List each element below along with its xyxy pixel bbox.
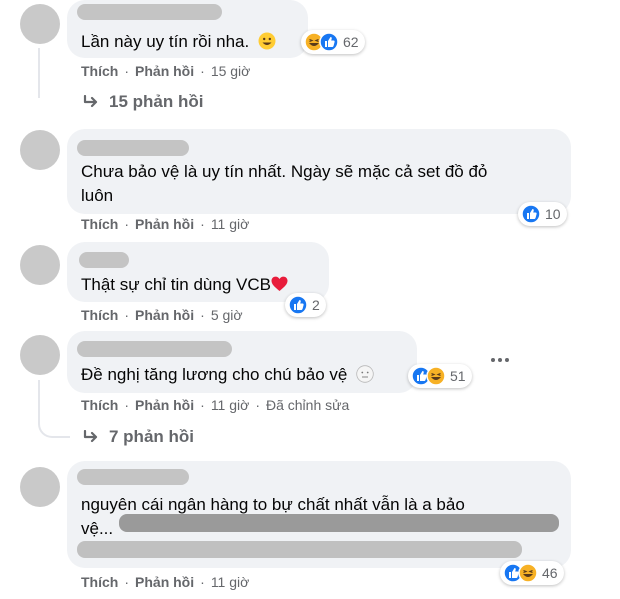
reaction-count: 51	[450, 368, 466, 384]
separator: ·	[200, 574, 205, 590]
avatar[interactable]	[20, 130, 60, 170]
reply-link[interactable]: Phản hồi	[135, 216, 194, 232]
timestamp[interactable]: 5 giờ	[211, 307, 243, 323]
view-replies-link[interactable]: 15 phản hồi	[83, 92, 203, 112]
comment-bubble: Đề nghị tăng lương cho chú bảo vệ	[67, 331, 417, 393]
redacted-text	[77, 541, 522, 558]
separator: ·	[200, 397, 205, 413]
avatar[interactable]	[20, 467, 60, 507]
separator: ·	[200, 307, 205, 323]
like-link[interactable]: Thích	[81, 574, 118, 590]
reply-link[interactable]: Phản hồi	[135, 63, 194, 79]
avatar[interactable]	[20, 4, 60, 44]
redacted-text	[119, 514, 559, 532]
reply-arrow-icon	[83, 430, 98, 443]
separator: ·	[255, 397, 260, 413]
like-reaction-icon	[319, 32, 339, 52]
comment-bubble: Chưa bảo vệ là uy tín nhất. Ngày sẽ mặc …	[67, 129, 571, 214]
like-link[interactable]: Thích	[81, 63, 118, 79]
thread-line	[38, 380, 70, 438]
comment-actions: Thích · Phản hồi · 15 giờ	[81, 63, 250, 79]
like-link[interactable]: Thích	[81, 216, 118, 232]
commenter-name-redacted	[77, 469, 189, 485]
reply-arrow-icon	[83, 95, 98, 108]
comment-actions: Thích · Phản hồi · 11 giờ	[81, 574, 249, 590]
comment-text-line-1: Chưa bảo vệ là uy tín nhất. Ngày sẽ mặc …	[81, 162, 488, 181]
comment-actions: Thích · Phản hồi · 11 giờ	[81, 216, 249, 232]
like-reaction-icon	[288, 295, 308, 315]
reaction-count: 2	[312, 297, 320, 313]
more-options-icon[interactable]	[491, 358, 509, 362]
avatar[interactable]	[20, 335, 60, 375]
comment-text: Thật sự chỉ tin dùng VCB	[81, 272, 288, 299]
comment-text-line-2: luôn	[81, 186, 114, 205]
reaction-count-badge[interactable]: 51	[408, 364, 472, 388]
comment-actions: Thích · Phản hồi · 5 giờ	[81, 307, 243, 323]
comment-actions: Thích · Phản hồi · 11 giờ · Đã chỉnh sửa	[81, 397, 349, 413]
haha-reaction-icon	[518, 563, 538, 583]
reply-link[interactable]: Phản hồi	[135, 574, 194, 590]
comment-text: Lần này uy tín rồi nha.	[81, 29, 276, 57]
reply-link[interactable]: Phản hồi	[135, 307, 194, 323]
edited-label: Đã chỉnh sửa	[265, 397, 350, 413]
like-reaction-icon	[521, 204, 541, 224]
reaction-count-badge[interactable]: 46	[500, 561, 564, 585]
comment-bubble: nguyên cái ngân hàng to bự chất nhất vẫn…	[67, 461, 571, 568]
view-replies-link[interactable]: 7 phản hồi	[83, 427, 194, 447]
separator: ·	[124, 216, 130, 232]
comment-text: Đề nghị tăng lương cho chú bảo vệ	[81, 362, 374, 390]
reaction-count: 46	[542, 565, 558, 581]
haha-reaction-icon	[426, 366, 446, 386]
reaction-count-badge[interactable]: 62	[301, 30, 365, 54]
thread-line	[38, 48, 40, 98]
separator: ·	[124, 63, 130, 79]
reaction-count-badge[interactable]: 10	[518, 202, 567, 226]
reaction-count-badge[interactable]: 2	[285, 293, 326, 317]
grinning-face-icon	[258, 32, 276, 57]
neutral-face-icon	[356, 365, 374, 390]
timestamp[interactable]: 11 giờ	[211, 397, 250, 413]
reaction-count: 10	[545, 206, 561, 222]
timestamp[interactable]: 15 giờ	[211, 63, 251, 79]
comment-bubble: Lần này uy tín rồi nha.	[67, 0, 308, 58]
view-replies-label: 7 phản hồi	[109, 427, 194, 446]
like-link[interactable]: Thích	[81, 307, 118, 323]
separator: ·	[124, 574, 130, 590]
commenter-name-redacted	[77, 140, 189, 156]
comment-bubble: Thật sự chỉ tin dùng VCB	[67, 242, 329, 302]
avatar[interactable]	[20, 245, 60, 285]
like-link[interactable]: Thích	[81, 397, 118, 413]
red-heart-icon	[271, 274, 288, 299]
commenter-name-redacted	[77, 4, 222, 20]
separator: ·	[124, 397, 130, 413]
commenter-name-redacted	[79, 252, 129, 268]
reply-link[interactable]: Phản hồi	[135, 397, 194, 413]
separator: ·	[200, 216, 205, 232]
reaction-count: 62	[343, 34, 359, 50]
separator: ·	[124, 307, 130, 323]
comment-text-line-2: vệ...	[81, 519, 114, 538]
timestamp[interactable]: 11 giờ	[211, 574, 250, 590]
view-replies-label: 15 phản hồi	[109, 92, 204, 111]
separator: ·	[200, 63, 205, 79]
commenter-name-redacted	[77, 341, 232, 357]
timestamp[interactable]: 11 giờ	[211, 216, 250, 232]
